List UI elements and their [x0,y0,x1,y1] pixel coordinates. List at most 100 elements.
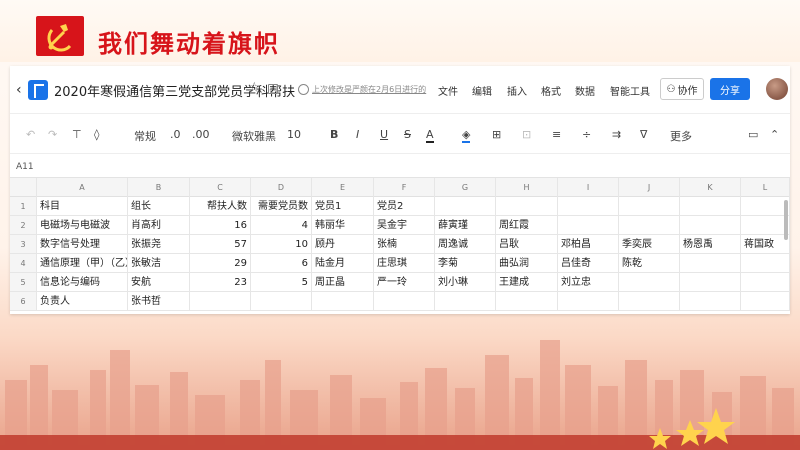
table-cell[interactable]: 韩丽华 [312,216,374,235]
align-horizontal-icon[interactable]: ≡ [552,128,561,141]
table-cell[interactable] [374,292,435,311]
number-format-select[interactable]: 常规 [134,128,156,144]
table-cell[interactable]: 16 [190,216,251,235]
row-header[interactable]: 5 [10,273,37,292]
comment-icon[interactable]: ▭ [748,128,758,141]
table-cell[interactable]: 肖高利 [128,216,190,235]
table-cell[interactable]: 安航 [128,273,190,292]
table-cell[interactable]: 4 [251,216,312,235]
table-cell[interactable]: 组长 [128,197,190,216]
table-cell[interactable]: 吕佳奇 [558,254,619,273]
table-cell[interactable]: 严一玲 [374,273,435,292]
back-chevron-icon[interactable]: ‹ [16,82,22,98]
column-header-e[interactable]: E [312,178,374,197]
borders-icon[interactable]: ⊞ [492,128,501,141]
table-cell[interactable] [435,292,496,311]
menu-format[interactable]: 格式 [541,83,561,98]
table-cell[interactable] [741,216,790,235]
table-cell[interactable]: 周正晶 [312,273,374,292]
table-cell[interactable] [190,292,251,311]
table-cell[interactable]: 29 [190,254,251,273]
row-header[interactable]: 2 [10,216,37,235]
table-cell[interactable]: 需要党员数 [251,197,312,216]
table-cell[interactable] [741,292,790,311]
table-cell[interactable] [619,273,680,292]
table-cell[interactable] [741,254,790,273]
underline-icon[interactable]: U [380,128,388,141]
table-cell[interactable]: 蒋国政 [741,235,790,254]
table-cell[interactable]: 杨恩禹 [680,235,741,254]
collaborate-button[interactable]: ⚇ 协作 [660,78,704,100]
table-cell[interactable]: 王建成 [496,273,558,292]
decrease-decimal-button[interactable]: .0 [170,128,181,141]
table-cell[interactable]: 23 [190,273,251,292]
table-cell[interactable] [619,197,680,216]
column-header-d[interactable]: D [251,178,312,197]
column-header-l[interactable]: L [741,178,790,197]
table-cell[interactable]: 57 [190,235,251,254]
format-painter-icon[interactable]: ⊤ [72,128,82,141]
table-cell[interactable]: 数字信号处理 [37,235,128,254]
align-vertical-icon[interactable]: ÷ [582,128,591,141]
table-cell[interactable] [619,292,680,311]
column-header-g[interactable]: G [435,178,496,197]
table-cell[interactable]: 帮扶人数 [190,197,251,216]
cell-reference[interactable]: A11 [16,162,34,172]
share-button[interactable]: 分享 [710,78,750,100]
table-cell[interactable]: 曲弘润 [496,254,558,273]
undo-icon[interactable]: ↶ [26,128,35,141]
table-cell[interactable]: 薛寅瑾 [435,216,496,235]
row-header[interactable]: 1 [10,197,37,216]
bold-icon[interactable]: B [330,128,338,141]
table-cell[interactable] [435,197,496,216]
table-cell[interactable] [496,292,558,311]
table-cell[interactable] [312,292,374,311]
column-header-b[interactable]: B [128,178,190,197]
row-header[interactable]: 6 [10,292,37,311]
table-cell[interactable]: 周红霞 [496,216,558,235]
menu-file[interactable]: 文件 [438,83,458,98]
table-cell[interactable] [680,197,741,216]
font-family-select[interactable]: 微软雅黑 [232,128,276,144]
column-header-f[interactable]: F [374,178,435,197]
menu-data[interactable]: 数据 [575,83,595,98]
table-cell[interactable]: 电磁场与电磁波 [37,216,128,235]
increase-decimal-button[interactable]: .00 [192,128,210,141]
table-cell[interactable]: 张敏洁 [128,254,190,273]
table-cell[interactable]: 庄思琪 [374,254,435,273]
table-cell[interactable] [741,273,790,292]
table-cell[interactable]: 通信原理（甲）（乙） [37,254,128,273]
table-cell[interactable] [558,292,619,311]
italic-icon[interactable]: I [356,128,359,141]
table-cell[interactable]: 吕耿 [496,235,558,254]
table-cell[interactable]: 党员1 [312,197,374,216]
table-cell[interactable]: 5 [251,273,312,292]
table-cell[interactable] [680,292,741,311]
filter-icon[interactable]: ∇ [640,128,647,141]
user-avatar[interactable] [766,78,788,100]
row-header[interactable]: 4 [10,254,37,273]
table-cell[interactable] [680,254,741,273]
more-tools-button[interactable]: 更多 [670,128,692,144]
column-header-h[interactable]: H [496,178,558,197]
table-cell[interactable]: 信息论与编码 [37,273,128,292]
font-size-select[interactable]: 10 [287,128,301,141]
corner-cell[interactable] [10,178,37,197]
table-cell[interactable]: 张楠 [374,235,435,254]
menu-insert[interactable]: 插入 [507,83,527,98]
table-cell[interactable]: 刘立忠 [558,273,619,292]
table-cell[interactable] [680,216,741,235]
vertical-scrollbar[interactable] [784,200,788,240]
strikethrough-icon[interactable]: S [404,128,411,141]
table-cell[interactable]: 张振尧 [128,235,190,254]
table-cell[interactable]: 李菊 [435,254,496,273]
column-header-a[interactable]: A [37,178,128,197]
table-cell[interactable]: 负责人 [37,292,128,311]
last-edit-link[interactable]: 上次修改是严颜在2月6日进行的 [312,84,426,95]
wrap-text-icon[interactable]: ⇉ [612,128,621,141]
column-header-c[interactable]: C [190,178,251,197]
clear-format-icon[interactable]: ◊ [94,128,99,141]
star-icon[interactable]: ☆ [248,80,261,96]
menu-edit[interactable]: 编辑 [472,83,492,98]
table-cell[interactable]: 吴金宇 [374,216,435,235]
